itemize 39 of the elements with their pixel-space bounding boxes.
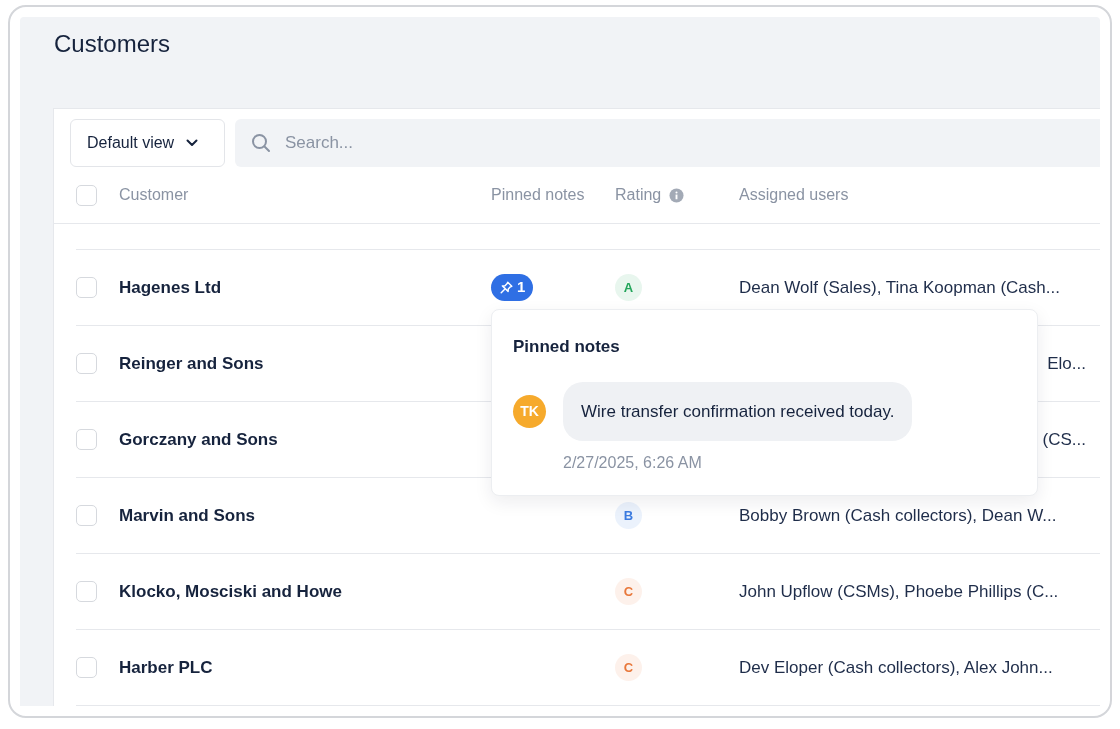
assigned-users: Dev Eloper (Cash collectors), Alex John... bbox=[739, 657, 1053, 677]
column-header: Customer bbox=[119, 185, 189, 205]
rating-badge: C bbox=[615, 578, 642, 606]
assigned-users: Elo... bbox=[1047, 353, 1086, 373]
checkbox[interactable] bbox=[76, 353, 97, 374]
search-field[interactable]: Search... bbox=[235, 119, 1100, 167]
assigned-users: Dean Wolf (Sales), Tina Koopman (Cash... bbox=[739, 277, 1060, 297]
customer-name[interactable]: Reinger and Sons bbox=[119, 353, 264, 373]
assigned-users: Bobby Brown (Cash collectors), Dean W... bbox=[739, 505, 1057, 525]
pinned-notes-badge[interactable]: 1 bbox=[491, 273, 534, 301]
checkbox[interactable] bbox=[76, 505, 97, 526]
search-icon bbox=[251, 133, 271, 153]
customer-name[interactable]: Klocko, Mosciski and Howe bbox=[119, 581, 342, 601]
pin-icon bbox=[500, 280, 513, 294]
popover-title: Pinned notes bbox=[513, 336, 621, 358]
checkbox[interactable] bbox=[76, 277, 97, 298]
chevron-down-icon bbox=[186, 139, 199, 147]
page-title: Customers bbox=[54, 30, 172, 58]
avatar: TK bbox=[513, 394, 546, 428]
checkbox[interactable] bbox=[76, 657, 97, 678]
column-header: Pinned notes bbox=[491, 185, 585, 205]
customer-name[interactable]: Harber PLC bbox=[119, 657, 213, 677]
info-icon[interactable] bbox=[669, 187, 685, 203]
assigned-users: (CS... bbox=[1042, 429, 1086, 449]
checkbox[interactable] bbox=[76, 581, 97, 602]
checkbox[interactable] bbox=[76, 429, 97, 450]
rating-badge: A bbox=[615, 274, 642, 302]
customer-name[interactable]: Hagenes Ltd bbox=[119, 277, 222, 297]
column-header: Rating bbox=[615, 185, 662, 205]
rating-badge: B bbox=[615, 502, 642, 530]
column-header: Assigned users bbox=[739, 185, 849, 205]
note-bubble: Wire transfer confirmation received today. bbox=[563, 381, 913, 441]
rating-badge: C bbox=[615, 654, 642, 682]
note-timestamp: 2/27/2025, 6:26 AM bbox=[563, 453, 703, 473]
customer-name[interactable]: Gorczany and Sons bbox=[119, 429, 278, 449]
assigned-users: John Upflow (CSMs), Phoebe Phillips (C... bbox=[739, 581, 1059, 601]
checkbox[interactable] bbox=[76, 184, 97, 206]
view-dropdown[interactable]: Default view bbox=[70, 119, 225, 167]
customer-name[interactable]: Marvin and Sons bbox=[119, 505, 256, 525]
